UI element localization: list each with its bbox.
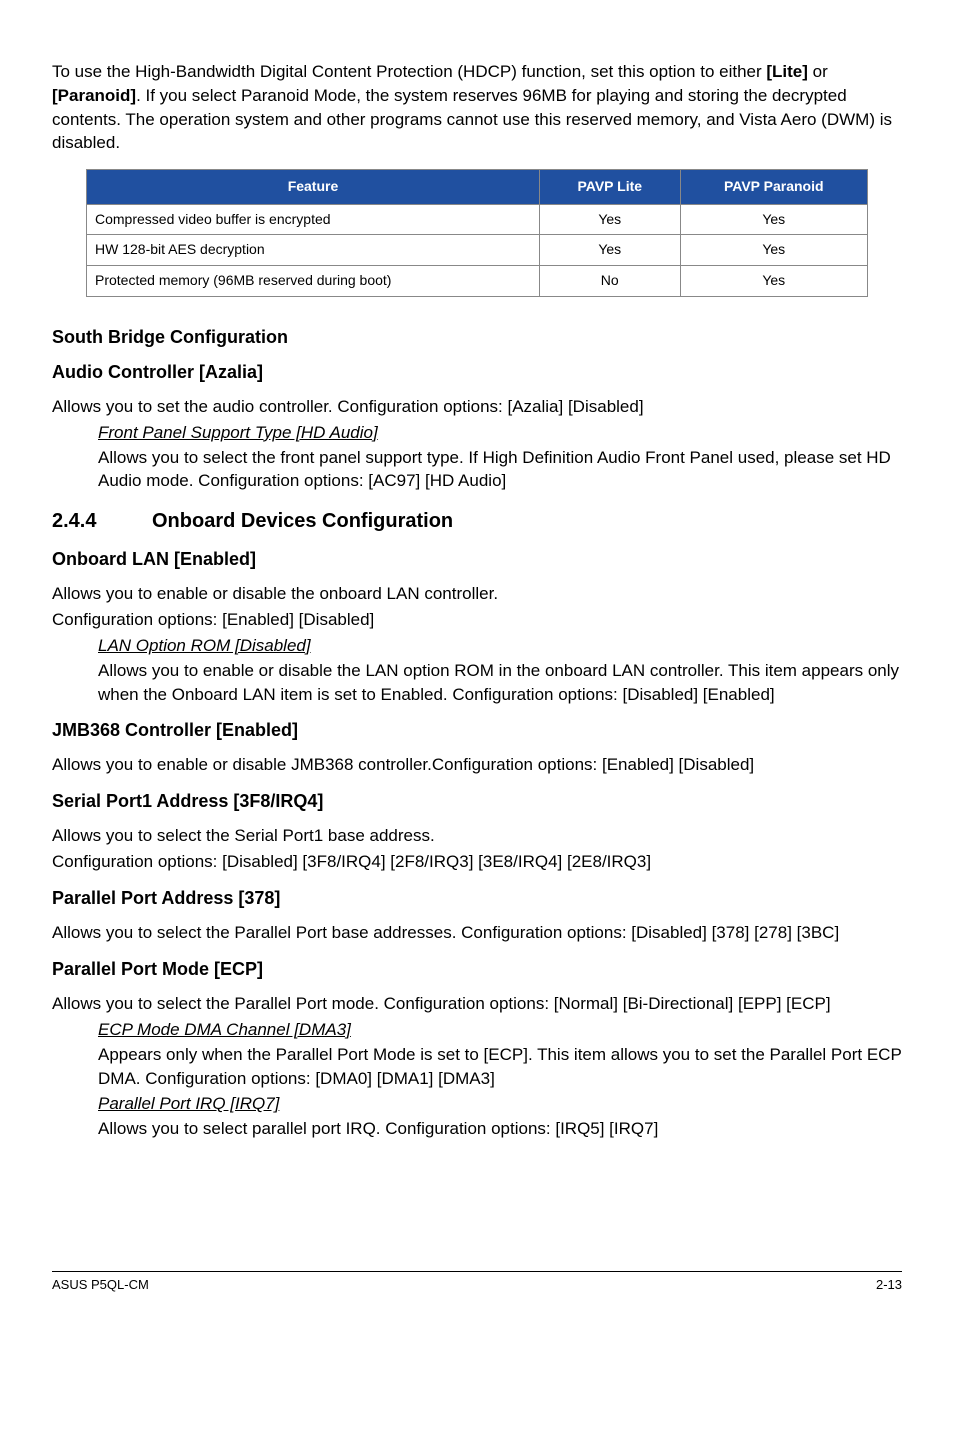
th-lite: PAVP Lite bbox=[539, 170, 680, 205]
onboard-devices-section-heading: 2.4.4Onboard Devices Configuration bbox=[52, 507, 902, 535]
intro-pre: To use the High-Bandwidth Digital Conten… bbox=[52, 62, 766, 81]
jmb368-text: Allows you to enable or disable JMB368 c… bbox=[52, 753, 902, 777]
table-header-row: Feature PAVP Lite PAVP Paranoid bbox=[87, 170, 868, 205]
row2-paranoid: Yes bbox=[680, 265, 867, 296]
parallel-addr-text: Allows you to select the Parallel Port b… bbox=[52, 921, 902, 945]
lan-option-rom-heading: LAN Option ROM [Disabled] bbox=[98, 634, 902, 658]
onboard-devices-title: Onboard Devices Configuration bbox=[152, 510, 453, 532]
lan-sub-block: LAN Option ROM [Disabled] Allows you to … bbox=[52, 634, 902, 706]
th-feature: Feature bbox=[87, 170, 540, 205]
row2-lite: No bbox=[539, 265, 680, 296]
ecp-dma-text: Appears only when the Parallel Port Mode… bbox=[98, 1045, 901, 1088]
intro-mid: or bbox=[808, 62, 828, 81]
parallel-sub-block: ECP Mode DMA Channel [DMA3] Appears only… bbox=[52, 1018, 902, 1141]
jmb368-heading: JMB368 Controller [Enabled] bbox=[52, 718, 902, 743]
parallel-addr-heading: Parallel Port Address [378] bbox=[52, 886, 902, 911]
audio-sub-block: Front Panel Support Type [HD Audio] Allo… bbox=[52, 421, 902, 493]
row0-lite: Yes bbox=[539, 204, 680, 235]
audio-controller-heading: Audio Controller [Azalia] bbox=[52, 360, 902, 385]
footer: ASUS P5QL-CM 2-13 bbox=[52, 1272, 902, 1294]
parallel-irq-text: Allows you to select parallel port IRQ. … bbox=[98, 1119, 658, 1138]
onboard-lan-text1: Allows you to enable or disable the onbo… bbox=[52, 582, 902, 606]
front-panel-sub-text: Allows you to select the front panel sup… bbox=[98, 448, 891, 491]
row2-feature: Protected memory (96MB reserved during b… bbox=[87, 265, 540, 296]
row1-feature: HW 128-bit AES decryption bbox=[87, 235, 540, 266]
table-row: HW 128-bit AES decryption Yes Yes bbox=[87, 235, 868, 266]
front-panel-sub-heading: Front Panel Support Type [HD Audio] bbox=[98, 421, 902, 445]
row0-feature: Compressed video buffer is encrypted bbox=[87, 204, 540, 235]
intro-opt2: [Paranoid] bbox=[52, 86, 136, 105]
intro-post: . If you select Paranoid Mode, the syste… bbox=[52, 86, 892, 153]
row1-paranoid: Yes bbox=[680, 235, 867, 266]
audio-controller-text: Allows you to set the audio controller. … bbox=[52, 395, 902, 419]
footer-right: 2-13 bbox=[876, 1276, 902, 1294]
intro-paragraph: To use the High-Bandwidth Digital Conten… bbox=[52, 60, 902, 155]
serial-port-text2: Configuration options: [Disabled] [3F8/I… bbox=[52, 850, 902, 874]
row0-paranoid: Yes bbox=[680, 204, 867, 235]
table-row: Protected memory (96MB reserved during b… bbox=[87, 265, 868, 296]
serial-port-heading: Serial Port1 Address [3F8/IRQ4] bbox=[52, 789, 902, 814]
ecp-dma-heading: ECP Mode DMA Channel [DMA3] bbox=[98, 1018, 902, 1042]
parallel-mode-heading: Parallel Port Mode [ECP] bbox=[52, 957, 902, 982]
parallel-mode-text: Allows you to select the Parallel Port m… bbox=[52, 992, 902, 1016]
lan-option-rom-text: Allows you to enable or disable the LAN … bbox=[98, 661, 899, 704]
row1-lite: Yes bbox=[539, 235, 680, 266]
footer-left: ASUS P5QL-CM bbox=[52, 1276, 149, 1294]
feature-table: Feature PAVP Lite PAVP Paranoid Compress… bbox=[86, 169, 868, 296]
intro-opt1: [Lite] bbox=[766, 62, 808, 81]
serial-port-text1: Allows you to select the Serial Port1 ba… bbox=[52, 824, 902, 848]
section-number: 2.4.4 bbox=[52, 507, 152, 535]
table-row: Compressed video buffer is encrypted Yes… bbox=[87, 204, 868, 235]
onboard-lan-heading: Onboard LAN [Enabled] bbox=[52, 547, 902, 572]
onboard-lan-text2: Configuration options: [Enabled] [Disabl… bbox=[52, 608, 902, 632]
south-bridge-heading: South Bridge Configuration bbox=[52, 325, 902, 350]
parallel-irq-heading: Parallel Port IRQ [IRQ7] bbox=[98, 1092, 902, 1116]
th-paranoid: PAVP Paranoid bbox=[680, 170, 867, 205]
